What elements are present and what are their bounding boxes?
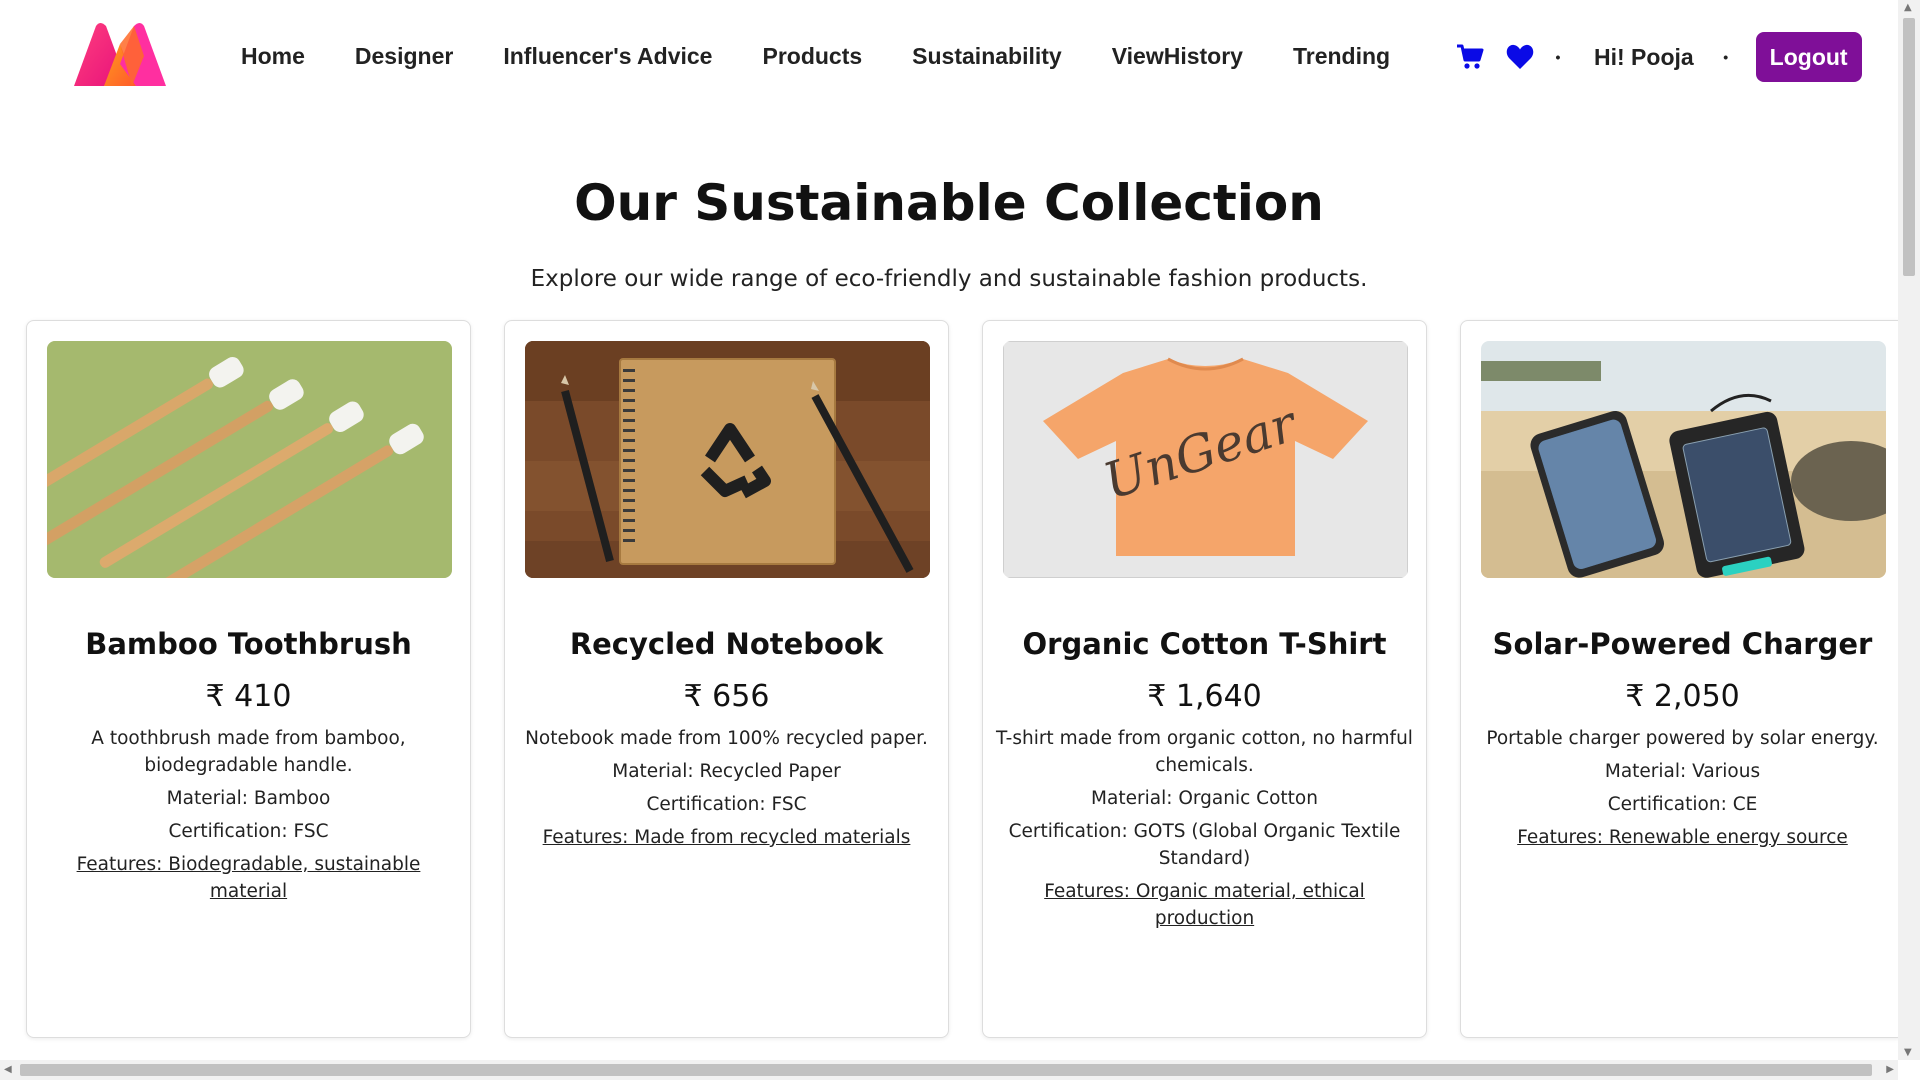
- page-title: Our Sustainable Collection: [574, 174, 1324, 232]
- product-name: Recycled Notebook: [569, 627, 884, 661]
- product-features-link[interactable]: Features: Made from recycled materials: [517, 824, 936, 851]
- product-features-link[interactable]: Features: Organic material, ethical prod…: [995, 878, 1414, 932]
- product-image-organic-tshirt[interactable]: UnGear: [1003, 341, 1408, 578]
- product-image-solar-charger[interactable]: [1481, 341, 1886, 578]
- cart-icon[interactable]: [1454, 41, 1486, 73]
- product-card[interactable]: UnGear Organic Cotton T-Shirt ₹ 1,640 T-…: [982, 320, 1427, 1038]
- scroll-left-icon[interactable]: ◀: [4, 1064, 12, 1075]
- product-certification: Certification: FSC: [646, 794, 807, 815]
- product-image-bamboo-toothbrush[interactable]: [47, 341, 452, 578]
- product-image-recycled-notebook[interactable]: [525, 341, 930, 578]
- separator-dot: •: [1555, 49, 1561, 65]
- heart-icon[interactable]: [1504, 41, 1536, 73]
- product-name: Organic Cotton T-Shirt: [1022, 627, 1387, 661]
- user-greeting: Hi! Pooja: [1594, 43, 1694, 70]
- brand-logo[interactable]: [70, 20, 170, 90]
- site-header: Home Designer Influencer's Advice Produc…: [0, 0, 1898, 112]
- product-material: Material: Organic Cotton: [1091, 788, 1318, 809]
- product-price: ₹ 2,050: [1625, 679, 1740, 714]
- vertical-scrollbar[interactable]: ▲ ▼: [1898, 0, 1920, 1060]
- nav-viewhistory[interactable]: ViewHistory: [1112, 40, 1243, 72]
- product-info: Bamboo Toothbrush ₹ 410 A toothbrush mad…: [39, 626, 458, 905]
- product-description: Portable charger powered by solar energy…: [1486, 728, 1879, 749]
- product-description: Notebook made from 100% recycled paper.: [525, 728, 928, 749]
- product-price: ₹ 410: [205, 679, 292, 714]
- product-price: ₹ 656: [683, 679, 770, 714]
- product-name: Bamboo Toothbrush: [85, 627, 412, 661]
- product-certification: Certification: CE: [1607, 794, 1758, 815]
- product-description: T-shirt made from organic cotton, no har…: [996, 728, 1413, 776]
- product-grid: Bamboo Toothbrush ₹ 410 A toothbrush mad…: [26, 320, 1905, 1038]
- product-features-link[interactable]: Features: Renewable energy source: [1473, 824, 1892, 851]
- nav-trending[interactable]: Trending: [1293, 40, 1390, 72]
- product-info: Organic Cotton T-Shirt ₹ 1,640 T-shirt m…: [995, 626, 1414, 932]
- scroll-right-icon[interactable]: ▶: [1886, 1064, 1894, 1075]
- vertical-scroll-thumb[interactable]: [1903, 18, 1915, 276]
- separator-dot: •: [1723, 49, 1729, 65]
- product-material: Material: Bamboo: [166, 788, 331, 809]
- product-card[interactable]: Recycled Notebook ₹ 656 Notebook made fr…: [504, 320, 949, 1038]
- product-name: Solar-Powered Charger: [1492, 627, 1873, 661]
- page-subtitle: Explore our wide range of eco-friendly a…: [530, 266, 1368, 292]
- product-certification: Certification: GOTS (Global Organic Text…: [1008, 821, 1401, 869]
- nav-influencers-advice[interactable]: Influencer's Advice: [503, 40, 712, 72]
- horizontal-scrollbar[interactable]: ◀ ▶: [0, 1060, 1898, 1080]
- header-actions: • Hi! Pooja • Logout: [1454, 31, 1862, 83]
- product-info: Recycled Notebook ₹ 656 Notebook made fr…: [517, 626, 936, 851]
- nav-sustainability[interactable]: Sustainability: [912, 40, 1062, 72]
- nav-designer[interactable]: Designer: [355, 40, 453, 72]
- horizontal-scroll-thumb[interactable]: [20, 1064, 1872, 1076]
- product-material: Material: Various: [1604, 761, 1761, 782]
- nav-home[interactable]: Home: [241, 40, 305, 72]
- scroll-up-icon[interactable]: ▲: [1904, 2, 1912, 13]
- scroll-down-icon[interactable]: ▼: [1904, 1047, 1912, 1058]
- logout-button[interactable]: Logout: [1755, 32, 1862, 82]
- product-price: ₹ 1,640: [1147, 679, 1262, 714]
- product-material: Material: Recycled Paper: [612, 761, 841, 782]
- product-card[interactable]: Solar-Powered Charger ₹ 2,050 Portable c…: [1460, 320, 1905, 1038]
- nav-products[interactable]: Products: [762, 40, 862, 72]
- product-certification: Certification: FSC: [168, 821, 329, 842]
- product-info: Solar-Powered Charger ₹ 2,050 Portable c…: [1473, 626, 1892, 851]
- product-description: A toothbrush made from bamboo, biodegrad…: [91, 728, 406, 776]
- product-card[interactable]: Bamboo Toothbrush ₹ 410 A toothbrush mad…: [26, 320, 471, 1038]
- product-features-link[interactable]: Features: Biodegradable, sustainable mat…: [39, 851, 458, 905]
- main-nav: Home Designer Influencer's Advice Produc…: [241, 40, 1390, 72]
